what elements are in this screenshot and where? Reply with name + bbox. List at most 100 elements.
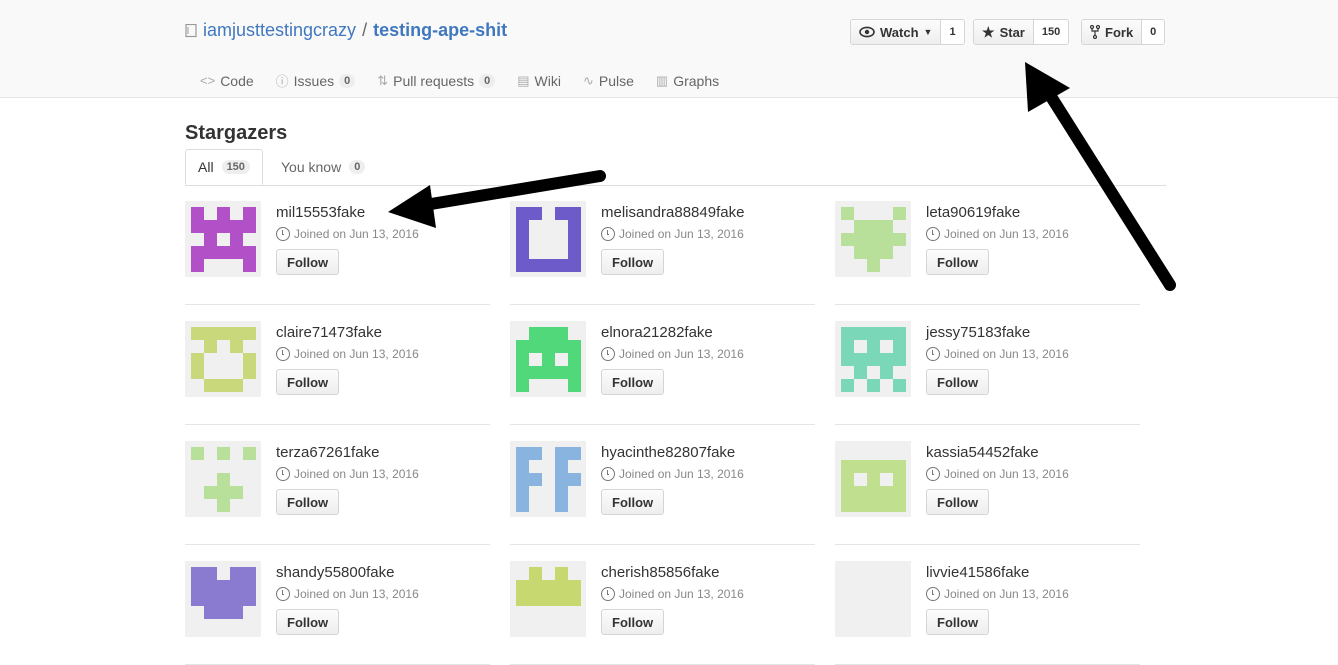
pull-request-icon: ⇅ — [377, 72, 389, 88]
joined-date: Joined on Jun 13, 2016 — [276, 347, 419, 361]
joined-text: Joined on Jun 13, 2016 — [944, 587, 1069, 601]
username-link[interactable]: jessy75183fake — [926, 324, 1030, 341]
eye-icon — [859, 26, 875, 38]
avatar[interactable] — [510, 201, 586, 277]
stargazer-card: jessy75183fake Joined on Jun 13, 2016 Fo… — [835, 305, 1140, 425]
page-title: Stargazers — [185, 122, 288, 144]
fork-count[interactable]: 0 — [1142, 20, 1165, 44]
stargazer-card: claire71473fake Joined on Jun 13, 2016 F… — [185, 305, 490, 425]
nav-label: Code — [220, 72, 254, 89]
avatar[interactable] — [510, 561, 586, 637]
fork-button[interactable]: Fork — [1082, 20, 1143, 44]
issues-counter: 0 — [339, 73, 356, 88]
username-link[interactable]: shandy55800fake — [276, 564, 394, 581]
nav-label: Pull requests — [393, 72, 475, 89]
nav-label: Pulse — [598, 72, 634, 89]
avatar[interactable] — [510, 321, 586, 397]
star-icon: ★ — [982, 23, 995, 40]
avatar[interactable] — [835, 321, 911, 397]
tab-counter: 150 — [221, 160, 250, 174]
tab-all[interactable]: All 150 — [185, 149, 263, 185]
follow-button[interactable]: Follow — [601, 369, 665, 395]
joined-text: Joined on Jun 13, 2016 — [619, 587, 744, 601]
star-label: Star — [999, 24, 1025, 40]
avatar[interactable] — [510, 441, 586, 517]
repo-icon — [185, 23, 197, 37]
username-link[interactable]: melisandra88849fake — [601, 204, 744, 221]
username-link[interactable]: hyacinthe82807fake — [601, 444, 735, 461]
tab-issues[interactable]: ⓘ Issues 0 — [276, 71, 356, 90]
avatar[interactable] — [835, 201, 911, 277]
username-link[interactable]: kassia54452fake — [926, 444, 1039, 461]
repo-nav: <> Code ⓘ Issues 0 ⇅ Pull requests 0 ▤ W… — [200, 71, 741, 90]
code-icon: <> — [200, 73, 216, 88]
follow-button[interactable]: Follow — [601, 489, 665, 515]
tab-you-know[interactable]: You know 0 — [269, 149, 377, 185]
tab-counter: 0 — [349, 160, 366, 174]
stargazer-card: melisandra88849fake Joined on Jun 13, 20… — [510, 185, 815, 305]
follow-button[interactable]: Follow — [601, 249, 665, 275]
tab-pulse[interactable]: ∿ Pulse — [583, 71, 634, 90]
clock-icon — [276, 587, 290, 601]
stargazer-card: mil15553fake Joined on Jun 13, 2016 Foll… — [185, 185, 490, 305]
follow-button[interactable]: Follow — [926, 609, 990, 635]
wiki-icon: ▤ — [517, 72, 530, 88]
watch-button-group: Watch ▼ 1 — [850, 19, 965, 45]
joined-text: Joined on Jun 13, 2016 — [944, 467, 1069, 481]
tab-label: You know — [281, 159, 342, 175]
clock-icon — [926, 227, 940, 241]
tab-wiki[interactable]: ▤ Wiki — [517, 71, 561, 90]
username-link[interactable]: claire71473fake — [276, 324, 382, 341]
avatar[interactable] — [185, 201, 261, 277]
username-link[interactable]: mil15553fake — [276, 204, 365, 221]
issue-icon: ⓘ — [275, 74, 289, 89]
joined-text: Joined on Jun 13, 2016 — [294, 347, 419, 361]
clock-icon — [926, 347, 940, 361]
nav-label: Issues — [293, 72, 335, 89]
avatar[interactable] — [185, 441, 261, 517]
joined-date: Joined on Jun 13, 2016 — [926, 587, 1069, 601]
watch-count[interactable]: 1 — [941, 20, 964, 44]
repo-name-link[interactable]: testing-ape-shit — [373, 20, 507, 41]
avatar[interactable] — [185, 321, 261, 397]
username-link[interactable]: terza67261fake — [276, 444, 379, 461]
pull-requests-counter: 0 — [479, 73, 496, 88]
fork-icon — [1090, 25, 1100, 39]
follow-button[interactable]: Follow — [276, 249, 340, 275]
repo-title: iamjusttestingcrazy / testing-ape-shit — [185, 20, 507, 41]
username-link[interactable]: elnora21282fake — [601, 324, 713, 341]
stargazer-tabs: All 150 You know 0 — [185, 149, 1166, 186]
joined-text: Joined on Jun 13, 2016 — [944, 227, 1069, 241]
watch-button[interactable]: Watch ▼ — [851, 20, 942, 44]
repo-separator: / — [362, 20, 368, 40]
tab-code[interactable]: <> Code — [200, 71, 254, 90]
follow-button[interactable]: Follow — [926, 249, 990, 275]
follow-button[interactable]: Follow — [601, 609, 665, 635]
username-link[interactable]: livvie41586fake — [926, 564, 1029, 581]
joined-date: Joined on Jun 13, 2016 — [601, 227, 744, 241]
joined-text: Joined on Jun 13, 2016 — [619, 227, 744, 241]
tab-graphs[interactable]: ▥ Graphs — [656, 71, 719, 90]
joined-date: Joined on Jun 13, 2016 — [926, 227, 1069, 241]
stargazer-card: cherish85856fake Joined on Jun 13, 2016 … — [510, 545, 815, 665]
username-link[interactable]: leta90619fake — [926, 204, 1020, 221]
avatar[interactable] — [835, 561, 911, 637]
tab-pull-requests[interactable]: ⇅ Pull requests 0 — [377, 71, 496, 90]
clock-icon — [601, 587, 615, 601]
watch-label: Watch — [880, 24, 919, 40]
clock-icon — [926, 587, 940, 601]
joined-date: Joined on Jun 13, 2016 — [601, 467, 744, 481]
stargazer-card: kassia54452fake Joined on Jun 13, 2016 F… — [835, 425, 1140, 545]
repo-owner-link[interactable]: iamjusttestingcrazy — [203, 20, 356, 41]
follow-button[interactable]: Follow — [926, 369, 990, 395]
star-button-group: ★ Star 150 — [973, 19, 1070, 45]
follow-button[interactable]: Follow — [276, 609, 340, 635]
avatar[interactable] — [835, 441, 911, 517]
follow-button[interactable]: Follow — [276, 369, 340, 395]
follow-button[interactable]: Follow — [276, 489, 340, 515]
username-link[interactable]: cherish85856fake — [601, 564, 719, 581]
star-button[interactable]: ★ Star — [974, 20, 1034, 44]
avatar[interactable] — [185, 561, 261, 637]
follow-button[interactable]: Follow — [926, 489, 990, 515]
star-count[interactable]: 150 — [1033, 20, 1069, 44]
